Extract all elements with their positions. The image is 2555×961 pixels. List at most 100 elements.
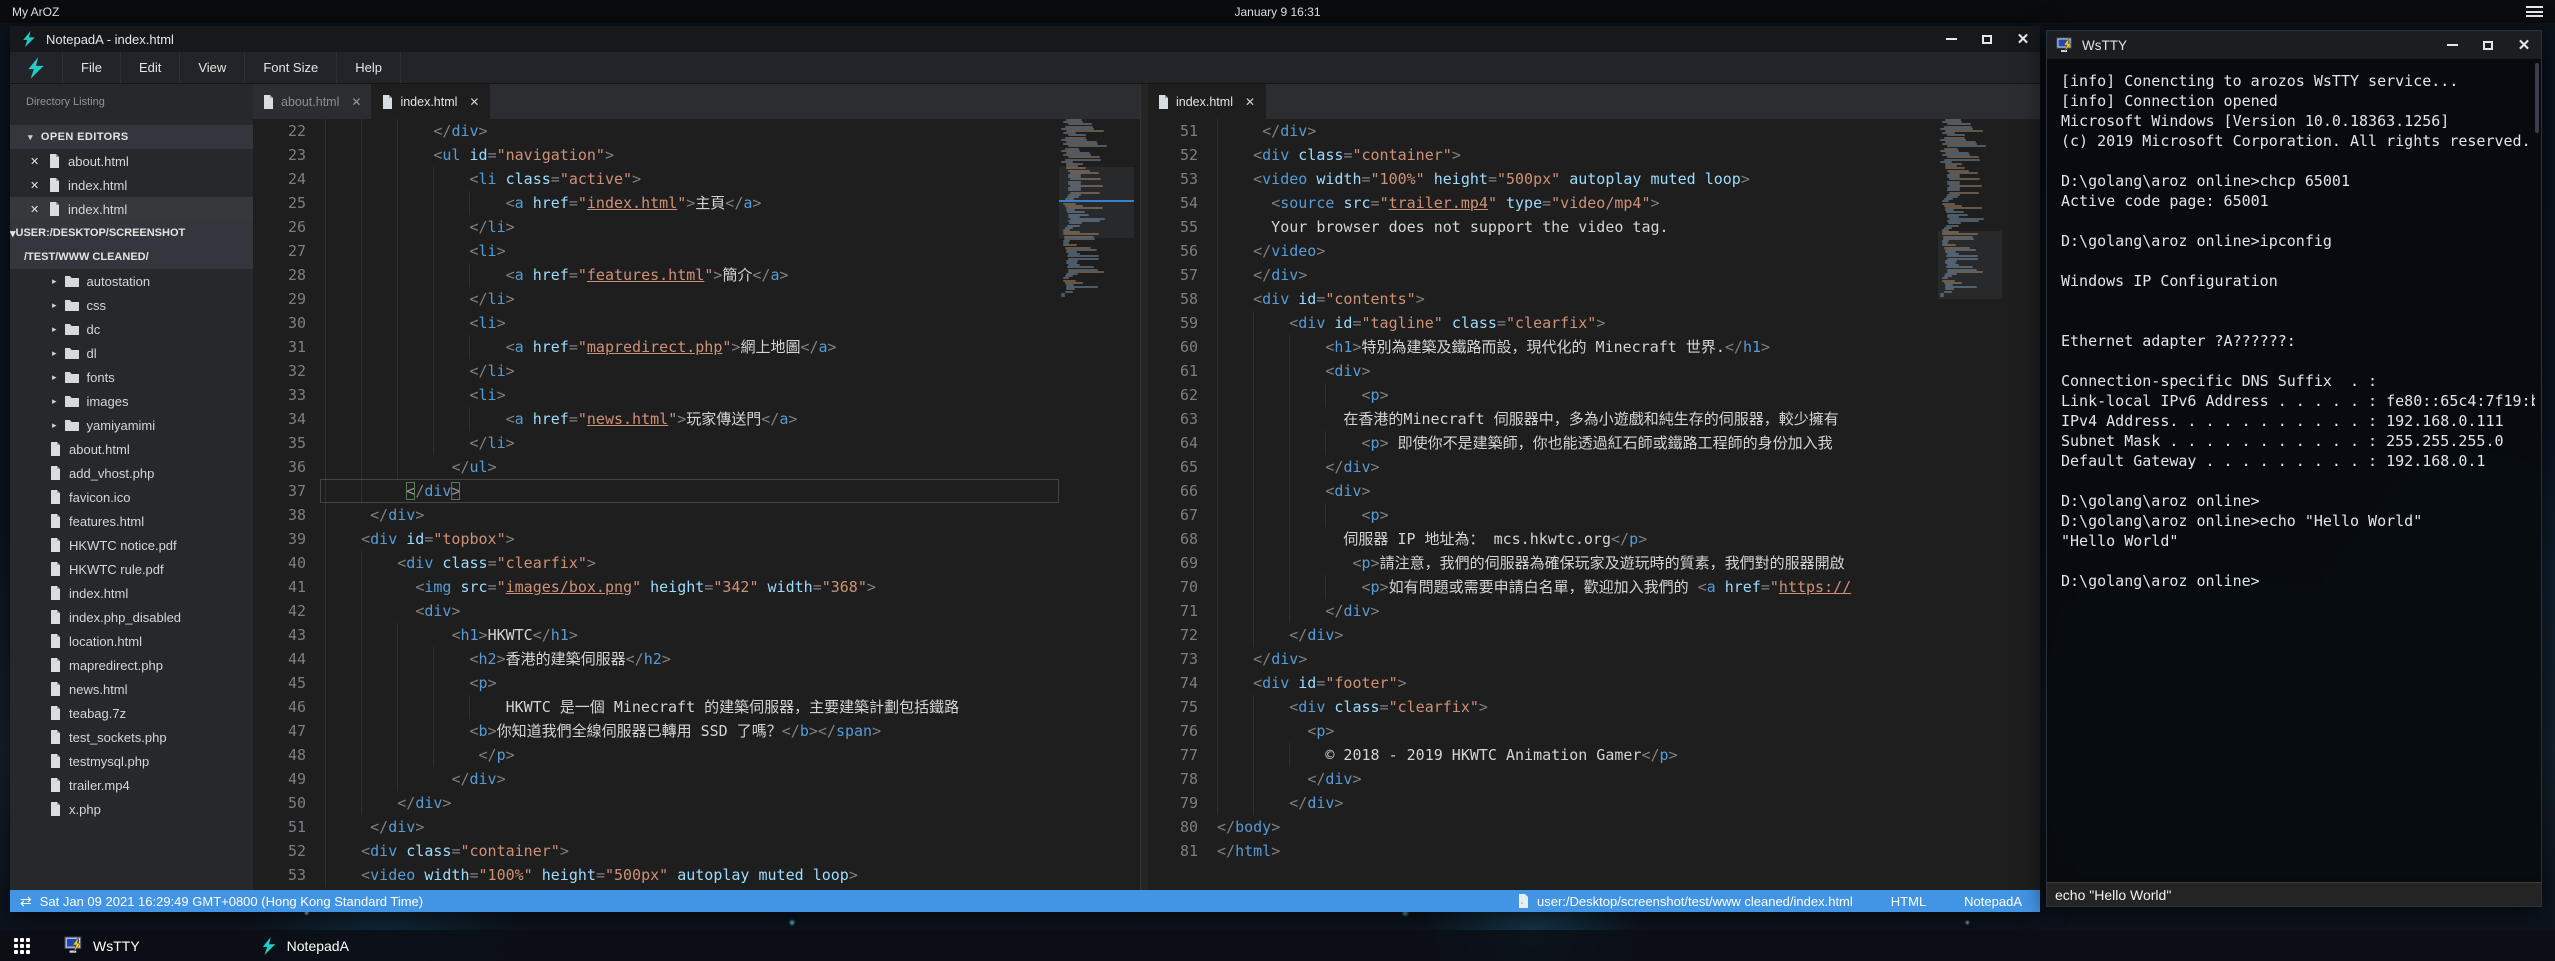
code-line-46[interactable]: HKWTC 是一個 Minecraft 的建築伺服器，主要建築計劃包括鐵路 (320, 695, 1059, 719)
code-line-26[interactable]: </li> (320, 215, 1059, 239)
code-line-41[interactable]: <img src="images/box.png" height="342" w… (320, 575, 1059, 599)
app-launcher-icon[interactable] (14, 938, 30, 954)
file-item[interactable]: test_sockets.php (10, 725, 253, 749)
minimize-button[interactable] (2445, 38, 2459, 52)
folder-item-dc[interactable]: ▸dc (10, 317, 253, 341)
code-line-52[interactable]: <div class="container"> (1212, 143, 1938, 167)
code-line-25[interactable]: <a href="index.html">主頁</a> (320, 191, 1059, 215)
folder-item-dl[interactable]: ▸dl (10, 341, 253, 365)
code-line-35[interactable]: </li> (320, 431, 1059, 455)
file-item[interactable]: favicon.ico (10, 485, 253, 509)
code-line-34[interactable]: <a href="news.html">玩家傳送門</a> (320, 407, 1059, 431)
code-line-49[interactable]: </div> (320, 767, 1059, 791)
minimap[interactable] (1059, 119, 1134, 890)
close-icon[interactable]: ✕ (30, 155, 42, 168)
file-item[interactable]: location.html (10, 629, 253, 653)
code-line-61[interactable]: <div> (1212, 359, 1938, 383)
hamburger-menu-icon[interactable] (2526, 6, 2543, 17)
code-editor[interactable]: </div> <div class="container"> <video wi… (1212, 119, 1938, 890)
notepada-titlebar[interactable]: NotepadA - index.html ✕ (10, 26, 2040, 52)
code-line-27[interactable]: <li> (320, 239, 1059, 263)
code-line-55[interactable]: Your browser does not support the video … (1212, 215, 1938, 239)
file-item[interactable]: testmysql.php (10, 749, 253, 773)
file-item[interactable]: about.html (10, 437, 253, 461)
code-line-57[interactable]: </div> (1212, 263, 1938, 287)
code-line-29[interactable]: </li> (320, 287, 1059, 311)
terminal-output[interactable]: [info] Conencting to arozos WsTTY servic… (2047, 59, 2535, 882)
close-icon[interactable]: ✕ (30, 179, 42, 192)
minimap[interactable] (1938, 119, 2002, 890)
open-editor-item[interactable]: ✕index.html (10, 173, 253, 197)
code-line-63[interactable]: 在香港的Minecraft 伺服器中，多為小遊戲和純生存的伺服器，較少擁有 (1212, 407, 1938, 431)
code-line-40[interactable]: <div class="clearfix"> (320, 551, 1059, 575)
folder-item-yamiyamimi[interactable]: ▸yamiyamimi (10, 413, 253, 437)
pane-splitter[interactable] (1140, 84, 1148, 890)
maximize-button[interactable] (2481, 38, 2495, 52)
code-line-62[interactable]: <p> (1212, 383, 1938, 407)
code-line-23[interactable]: <ul id="navigation"> (320, 143, 1059, 167)
code-line-51[interactable]: </div> (320, 815, 1059, 839)
code-line-74[interactable]: <div id="footer"> (1212, 671, 1938, 695)
code-line-32[interactable]: </li> (320, 359, 1059, 383)
open-editor-item[interactable]: ✕index.html (10, 197, 253, 221)
tab-index.html[interactable]: index.html✕ (372, 84, 490, 119)
taskbar-item-notepada[interactable]: NotepadA (250, 930, 359, 961)
scrollbar-thumb[interactable] (2535, 63, 2539, 133)
minimize-button[interactable] (1944, 32, 1958, 46)
code-line-48[interactable]: </p> (320, 743, 1059, 767)
code-line-30[interactable]: <li> (320, 311, 1059, 335)
tab-about.html[interactable]: about.html✕ (253, 84, 372, 119)
file-item[interactable]: teabag.7z (10, 701, 253, 725)
code-line-78[interactable]: </div> (1212, 767, 1938, 791)
taskbar-item-wstty[interactable]: WsTTY (54, 930, 150, 961)
code-line-42[interactable]: <div> (320, 599, 1059, 623)
code-line-39[interactable]: <div id="topbox"> (320, 527, 1059, 551)
close-icon[interactable]: ✕ (30, 203, 42, 216)
aroz-brand-label[interactable]: My ArOZ (12, 5, 59, 19)
open-editors-header[interactable]: ▾OPEN EDITORS (10, 125, 253, 149)
maximize-button[interactable] (1980, 32, 1994, 46)
close-button[interactable]: ✕ (2517, 38, 2531, 52)
code-line-56[interactable]: </video> (1212, 239, 1938, 263)
workspace-folder-header[interactable]: ▾USER:/DESKTOP/SCREENSHOT/TEST/WWW CLEAN… (10, 221, 253, 269)
menu-help[interactable]: Help (336, 52, 401, 83)
code-line-71[interactable]: </div> (1212, 599, 1938, 623)
code-line-33[interactable]: <li> (320, 383, 1059, 407)
code-line-44[interactable]: <h2>香港的建築伺服器</h2> (320, 647, 1059, 671)
folder-item-css[interactable]: ▸css (10, 293, 253, 317)
folder-item-autostation[interactable]: ▸autostation (10, 269, 253, 293)
code-line-28[interactable]: <a href="features.html">簡介</a> (320, 263, 1059, 287)
terminal-input[interactable]: echo "Hello World" (2047, 882, 2541, 906)
code-line-43[interactable]: <h1>HKWTC</h1> (320, 623, 1059, 647)
code-line-65[interactable]: </div> (1212, 455, 1938, 479)
code-line-69[interactable]: <p>請注意，我們的伺服器為確保玩家及遊玩時的質素，我們對的服器開啟 (1212, 551, 1938, 575)
file-item[interactable]: HKWTC rule.pdf (10, 557, 253, 581)
code-line-38[interactable]: </div> (320, 503, 1059, 527)
code-line-24[interactable]: <li class="active"> (320, 167, 1059, 191)
file-item[interactable]: add_vhost.php (10, 461, 253, 485)
code-line-64[interactable]: <p> 即使你不是建築師，你也能透過紅石師或鐵路工程師的身份加入我 (1212, 431, 1938, 455)
code-line-31[interactable]: <a href="mapredirect.php">網上地圖</a> (320, 335, 1059, 359)
file-item[interactable]: index.html (10, 581, 253, 605)
file-item[interactable]: mapredirect.php (10, 653, 253, 677)
tab-close-icon[interactable]: ✕ (351, 95, 361, 109)
menu-file[interactable]: File (62, 52, 120, 83)
file-item[interactable]: trailer.mp4 (10, 773, 253, 797)
code-line-59[interactable]: <div id="tagline" class="clearfix"> (1212, 311, 1938, 335)
code-line-50[interactable]: </div> (320, 791, 1059, 815)
file-item[interactable]: index.php_disabled (10, 605, 253, 629)
code-line-66[interactable]: <div> (1212, 479, 1938, 503)
file-item[interactable]: news.html (10, 677, 253, 701)
code-editor[interactable]: </div> <ul id="navigation"> <li class="a… (320, 119, 1059, 890)
code-line-77[interactable]: © 2018 - 2019 HKWTC Animation Gamer</p> (1212, 743, 1938, 767)
code-line-70[interactable]: <p>如有問題或需要申請白名單，歡迎加入我們的 <a href="https:/… (1212, 575, 1938, 599)
code-line-67[interactable]: <p> (1212, 503, 1938, 527)
menu-view[interactable]: View (179, 52, 244, 83)
code-line-81[interactable]: </html> (1212, 839, 1938, 863)
folder-item-images[interactable]: ▸images (10, 389, 253, 413)
open-editor-item[interactable]: ✕about.html (10, 149, 253, 173)
code-line-73[interactable]: </div> (1212, 647, 1938, 671)
code-line-75[interactable]: <div class="clearfix"> (1212, 695, 1938, 719)
tab-index.html[interactable]: index.html✕ (1148, 84, 1266, 119)
file-item[interactable]: x.php (10, 797, 253, 821)
